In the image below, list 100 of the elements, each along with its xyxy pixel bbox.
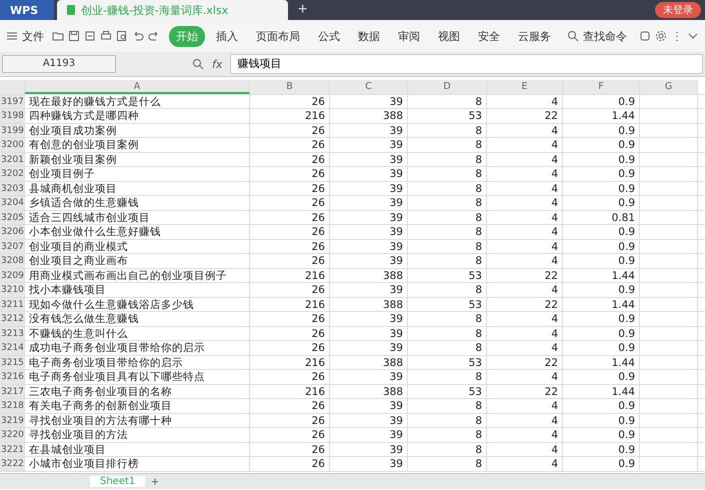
add-sheet-button[interactable]: + bbox=[151, 474, 159, 488]
column-header[interactable]: B bbox=[250, 80, 330, 94]
zoom-icon[interactable] bbox=[192, 58, 204, 70]
row-header[interactable]: 3207 bbox=[0, 240, 25, 253]
menu-icon[interactable] bbox=[6, 30, 18, 42]
row-header[interactable]: 3213 bbox=[0, 326, 25, 340]
table-cell: 216 bbox=[250, 298, 330, 311]
table-cell: 1.44 bbox=[563, 109, 640, 122]
row-header[interactable]: 3220 bbox=[0, 428, 25, 442]
ribbon-tab[interactable]: 页面布局 bbox=[249, 26, 307, 46]
settings-icon[interactable] bbox=[655, 30, 667, 42]
table-cell: 三农电子商务创业项目的名称 bbox=[25, 384, 250, 398]
file-menu[interactable]: 文件 bbox=[6, 28, 44, 44]
table-cell: 26 bbox=[250, 341, 330, 354]
table-cell: 26 bbox=[250, 326, 330, 340]
table-cell: 26 bbox=[250, 182, 330, 195]
table-cell: 没有钱怎么做生意赚钱 bbox=[25, 312, 250, 326]
table-cell: 53 bbox=[408, 356, 487, 369]
save-icon[interactable] bbox=[68, 30, 80, 42]
row-header[interactable]: 3198 bbox=[0, 109, 25, 122]
row-header[interactable]: 3211 bbox=[0, 298, 25, 311]
folder-icon[interactable] bbox=[52, 30, 64, 42]
column-header[interactable]: G bbox=[640, 80, 698, 94]
table-cell: 县城商机创业项目 bbox=[25, 182, 250, 195]
row-header[interactable]: 3201 bbox=[0, 152, 25, 166]
row-header[interactable]: 3199 bbox=[0, 124, 25, 137]
row-header[interactable]: 3209 bbox=[0, 268, 25, 282]
column-header[interactable]: C bbox=[330, 80, 408, 94]
table-cell: 8 bbox=[408, 138, 487, 152]
table-cell: 0.9 bbox=[563, 94, 640, 108]
undo-icon[interactable] bbox=[132, 30, 144, 42]
ribbon-tab[interactable]: 数据 bbox=[351, 26, 387, 46]
row-header[interactable]: 3214 bbox=[0, 341, 25, 354]
table-cell: 26 bbox=[250, 196, 330, 210]
login-button[interactable]: 未登录 bbox=[655, 2, 701, 18]
row-header[interactable]: 3197 bbox=[0, 94, 25, 108]
table-cell: 26 bbox=[250, 225, 330, 238]
table-cell: 电子商务创业项目具有以下哪些特点 bbox=[25, 370, 250, 384]
table-cell: 8 bbox=[408, 254, 487, 268]
table-cell: 4 bbox=[487, 399, 563, 412]
table-cell: 26 bbox=[250, 94, 330, 108]
row-header[interactable]: 3219 bbox=[0, 414, 25, 427]
table-cell: 0.9 bbox=[563, 457, 640, 470]
redo-icon[interactable] bbox=[148, 30, 160, 42]
new-tab-button[interactable]: + bbox=[288, 0, 318, 20]
table-cell: 26 bbox=[250, 399, 330, 412]
command-search[interactable]: 查找命令 bbox=[567, 28, 627, 44]
column-header[interactable]: A bbox=[25, 80, 250, 94]
column-header[interactable]: E bbox=[487, 80, 563, 94]
table-cell: 39 bbox=[330, 225, 408, 238]
search-icon[interactable] bbox=[567, 30, 579, 42]
table-cell: 4 bbox=[487, 312, 563, 326]
table-cell: 4 bbox=[487, 457, 563, 470]
table-cell: 22 bbox=[487, 384, 563, 398]
table-cell: 4 bbox=[487, 370, 563, 384]
row-header[interactable]: 3212 bbox=[0, 312, 25, 326]
row-header[interactable]: 3221 bbox=[0, 442, 25, 456]
ribbon-tab[interactable]: 云服务 bbox=[511, 26, 558, 46]
function-button[interactable]: fx bbox=[212, 58, 222, 70]
column-header[interactable]: D bbox=[408, 80, 487, 94]
row-header[interactable]: 3222 bbox=[0, 457, 25, 470]
table-cell: 小城市创业项目排行榜 bbox=[25, 457, 250, 470]
column-header[interactable]: F bbox=[563, 80, 640, 94]
table-cell: 53 bbox=[408, 384, 487, 398]
preview-icon[interactable] bbox=[116, 30, 128, 42]
ribbon-tab[interactable]: 公式 bbox=[311, 26, 347, 46]
row-header[interactable]: 3208 bbox=[0, 254, 25, 268]
ribbon-tab[interactable]: 视图 bbox=[431, 26, 467, 46]
table-cell: 8 bbox=[408, 428, 487, 442]
ribbon-tab[interactable]: 插入 bbox=[209, 26, 245, 46]
formula-field[interactable]: 赚钱项目 bbox=[230, 54, 703, 74]
print-icon[interactable] bbox=[100, 30, 112, 42]
row-header[interactable]: 3203 bbox=[0, 182, 25, 195]
row-header[interactable]: 3210 bbox=[0, 283, 25, 296]
table-cell: 1.44 bbox=[563, 356, 640, 369]
row-header[interactable]: 3205 bbox=[0, 210, 25, 224]
row-header[interactable]: 3206 bbox=[0, 225, 25, 238]
table-cell: 22 bbox=[487, 109, 563, 122]
table-cell: 53 bbox=[408, 298, 487, 311]
table-cell: 1.44 bbox=[563, 298, 640, 311]
row-header[interactable]: 3204 bbox=[0, 196, 25, 210]
table-cell: 26 bbox=[250, 457, 330, 470]
row-header[interactable]: 3218 bbox=[0, 399, 25, 412]
table-cell: 0.9 bbox=[563, 254, 640, 268]
row-header[interactable]: 3200 bbox=[0, 138, 25, 152]
name-box[interactable]: A1193 bbox=[2, 55, 116, 73]
table-cell: 4 bbox=[487, 283, 563, 296]
row-header[interactable]: 3202 bbox=[0, 167, 25, 180]
table-cell: 1.44 bbox=[563, 384, 640, 398]
app-logo[interactable]: WPS bbox=[0, 0, 54, 20]
table-cell: 0.9 bbox=[563, 196, 640, 210]
table-cell: 39 bbox=[330, 94, 408, 108]
row-header[interactable]: 3215 bbox=[0, 356, 25, 369]
table-cell: 8 bbox=[408, 341, 487, 354]
table-cell: 39 bbox=[330, 341, 408, 354]
ribbon-tab[interactable]: 安全 bbox=[471, 26, 507, 46]
row-header[interactable]: 3216 bbox=[0, 370, 25, 384]
table-cell: 寻找创业项目的方法 bbox=[25, 428, 250, 442]
row-header[interactable]: 3217 bbox=[0, 384, 25, 398]
ribbon-tab[interactable]: 审阅 bbox=[391, 26, 427, 46]
